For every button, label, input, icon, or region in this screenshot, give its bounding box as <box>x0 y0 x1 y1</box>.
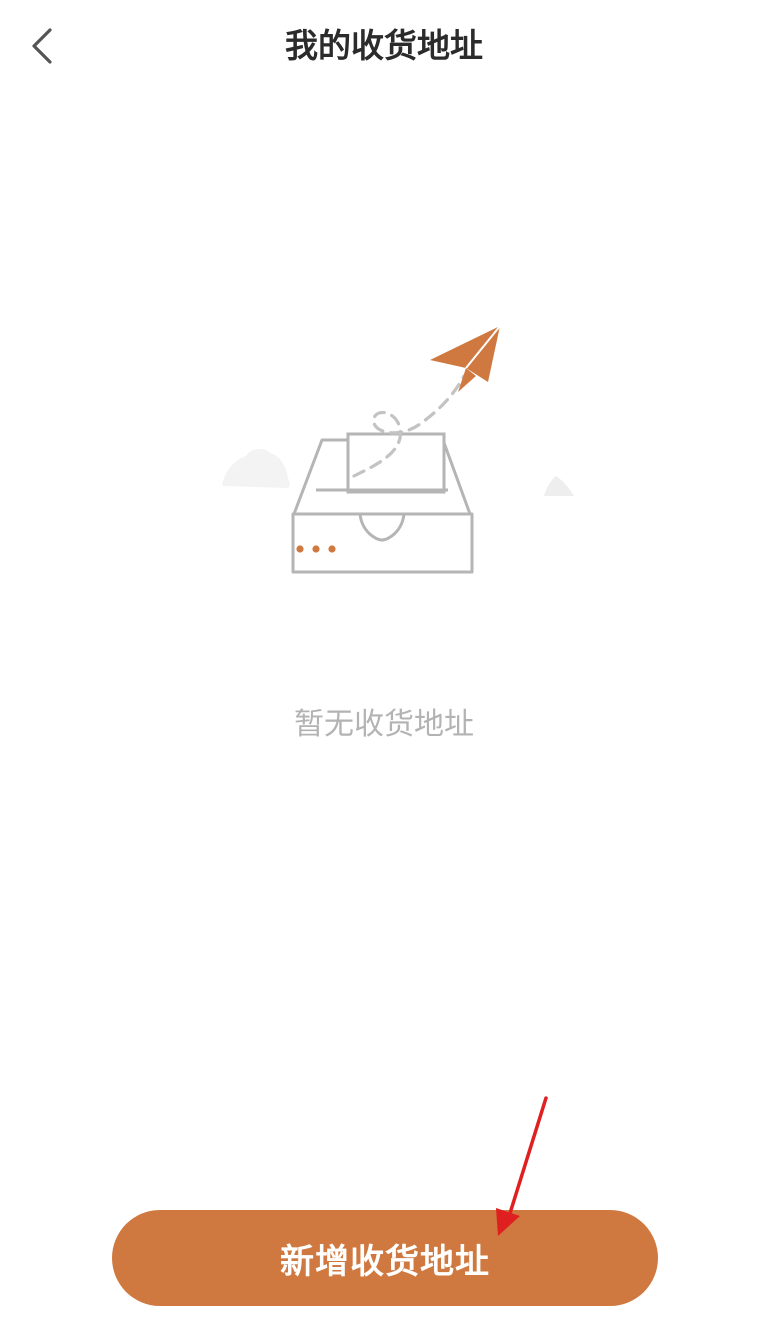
empty-state-illustration <box>210 310 590 590</box>
cloud-left-icon <box>222 448 290 488</box>
inbox-tray-icon <box>291 432 474 574</box>
dot <box>312 545 320 553</box>
dot <box>296 545 304 553</box>
cloud-right-icon <box>544 476 574 496</box>
page-title: 我的收货地址 <box>285 26 483 65</box>
paper-plane-icon <box>430 325 501 392</box>
empty-message: 暂无收货地址 <box>294 707 474 742</box>
dot <box>328 545 336 553</box>
header-bar: 我的收货地址 <box>0 0 768 92</box>
add-address-button[interactable]: 新增收货地址 <box>112 1210 658 1306</box>
